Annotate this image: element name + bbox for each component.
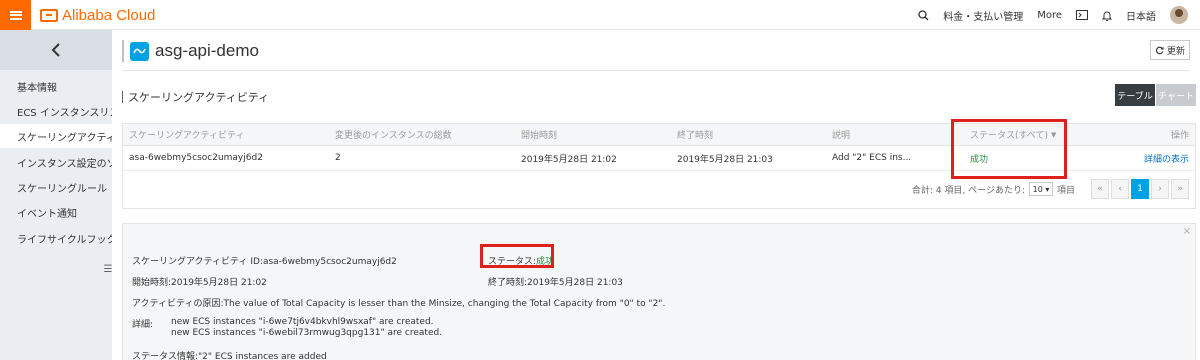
refresh-label: 更新 (1166, 46, 1185, 57)
col-start-time: 開始時刻 (521, 131, 558, 141)
auto-scaling-icon (130, 41, 149, 61)
table-view-button[interactable]: テーブル (1115, 84, 1155, 106)
sidebar: 基本情報 ECS インスタンスリスト スケーリングアクティ… インスタンス設定の… (0, 30, 112, 360)
language-select[interactable]: 日本語 (1126, 8, 1156, 23)
alibaba-logo-icon (40, 8, 58, 22)
col-description: 説明 (832, 131, 851, 141)
end-time: 2019年5月28日 21:03 (677, 154, 773, 165)
top-nav: 料金・支払い管理 More 日本語 (918, 0, 1200, 30)
pagination: 合計: 4 項目, ページあたり: 10 ▾ 項目 « ‹ 1 › » (912, 179, 1189, 199)
top-bar: Alibaba Cloud 料金・支払い管理 More 日本語 (0, 0, 1200, 30)
terminal-button[interactable] (1076, 10, 1088, 20)
start-time: 2019年5月28日 21:02 (521, 154, 617, 165)
bell-icon (1102, 11, 1112, 21)
activity-id: asa-6webmy5csoc2umayj6d2 (129, 153, 263, 163)
detail-line-2: new ECS instances "i-6webil73rmwug3qpg13… (171, 328, 443, 338)
view-details-link[interactable]: 詳細の表示 (1144, 146, 1189, 170)
detail-start-time: 開始時刻:2019年5月28日 21:02 (132, 278, 267, 288)
sidebar-item-ecs-instances[interactable]: ECS インスタンスリスト (0, 99, 112, 123)
status-column-highlight (951, 119, 1067, 179)
collapse-sidebar-icon[interactable]: ☰ (104, 263, 113, 275)
avatar[interactable] (1170, 6, 1188, 24)
col-end-time: 終了時刻 (677, 131, 714, 141)
col-activity: スケーリングアクティビティ (129, 131, 245, 141)
page-number[interactable]: 1 (1131, 179, 1149, 199)
back-button[interactable] (0, 30, 112, 70)
sidebar-item-scaling-activities[interactable]: スケーリングアクティ… (0, 124, 112, 148)
detail-details-label: 詳細: (132, 320, 154, 330)
next-page-button[interactable]: › (1151, 179, 1169, 199)
section-title-text: スケーリングアクティビティ (128, 91, 270, 104)
page-header: asg-api-demo (122, 40, 259, 62)
sidebar-item-basic-info[interactable]: 基本情報 (0, 74, 112, 98)
chart-view-button[interactable]: チャート (1156, 84, 1196, 106)
search-icon (918, 9, 929, 20)
brand-name: Alibaba Cloud (62, 6, 156, 24)
prev-page-button[interactable]: ‹ (1111, 179, 1129, 199)
sidebar-item-lifecycle-hooks[interactable]: ライフサイクルフック (0, 226, 112, 250)
search-button[interactable] (918, 9, 929, 21)
detail-activity-id: スケーリングアクティビティ ID:asa-6webmy5csoc2umayj6d… (132, 257, 397, 267)
refresh-icon (1155, 46, 1164, 54)
pagination-unit: 項目 (1056, 185, 1075, 196)
activity-detail-panel: × スケーリングアクティビティ ID:asa-6webmy5csoc2umayj… (122, 223, 1196, 360)
detail-status-highlight (480, 244, 554, 268)
divider (122, 70, 1190, 71)
nav-billing[interactable]: 料金・支払い管理 (943, 8, 1023, 23)
main-content: asg-api-demo 更新 スケーリングアクティビティ テーブル チャート … (112, 30, 1200, 360)
description: Add "2" ECS ins... (832, 153, 912, 163)
terminal-icon (1076, 10, 1088, 20)
sidebar-item-instance-config[interactable]: インスタンス設定のソ… (0, 150, 112, 174)
detail-line-1: new ECS instances "i-6we7tj6v4bkvhl9wsxa… (171, 317, 434, 327)
page-size-value: 10 (1032, 184, 1043, 194)
close-icon[interactable]: × (1183, 226, 1191, 237)
page-title: asg-api-demo (155, 41, 259, 60)
col-actions: 操作 (1170, 131, 1189, 141)
sidebar-item-scaling-rules[interactable]: スケーリングルール (0, 175, 112, 199)
col-total-instances: 変更後のインスタンスの総数 (335, 131, 452, 141)
detail-status-info: ステータス情報:"2" ECS instances are added (132, 352, 327, 360)
hamburger-icon (9, 10, 22, 20)
chevron-left-icon (51, 43, 60, 57)
detail-cause: アクティビティの原因:The value of Total Capacity i… (132, 299, 666, 309)
page-size-select[interactable]: 10 ▾ (1028, 182, 1053, 196)
first-page-button[interactable]: « (1091, 179, 1109, 199)
section-title: スケーリングアクティビティ (122, 89, 269, 105)
nav-more[interactable]: More (1037, 10, 1062, 21)
pagination-summary: 合計: 4 項目, ページあたり: (911, 185, 1025, 196)
title-divider (122, 40, 124, 62)
last-page-button[interactable]: » (1171, 179, 1189, 199)
sidebar-item-event-notification[interactable]: イベント通知 (0, 200, 112, 224)
refresh-button[interactable]: 更新 (1150, 40, 1190, 60)
notification-button[interactable] (1102, 10, 1112, 21)
brand-logo[interactable]: Alibaba Cloud (40, 6, 155, 24)
detail-end-time: 終了時刻:2019年5月28日 21:03 (488, 278, 623, 288)
section-bar (122, 91, 123, 103)
menu-button[interactable] (0, 0, 31, 30)
total-instances: 2 (335, 153, 341, 163)
